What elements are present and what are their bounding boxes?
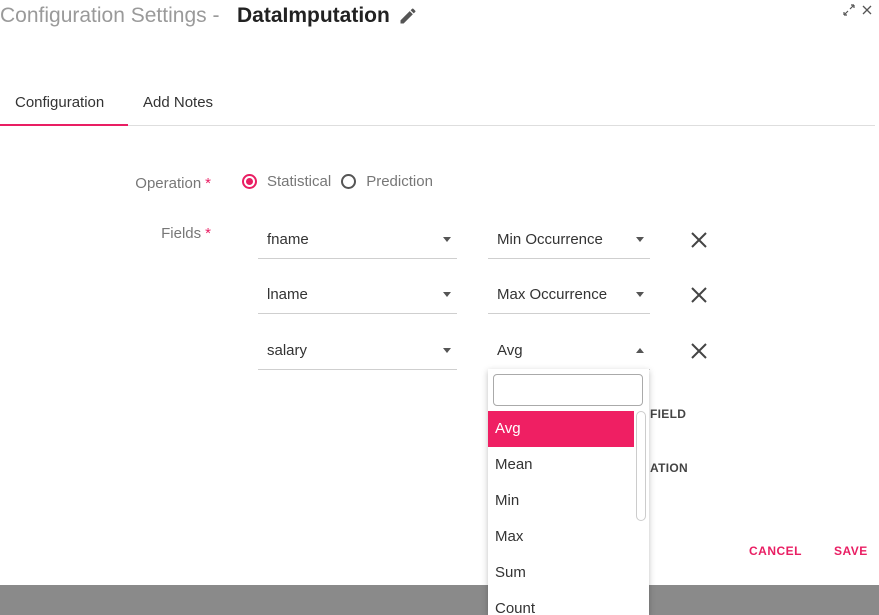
radio-statistical-label[interactable]: Statistical (267, 173, 331, 190)
dropdown-option-min[interactable]: Min (488, 483, 634, 519)
caret-up-icon (636, 348, 644, 353)
remove-row-icon[interactable] (689, 285, 709, 305)
tab-add-notes[interactable]: Add Notes (143, 94, 213, 111)
window-controls (843, 4, 873, 16)
edit-pencil-icon[interactable] (398, 6, 418, 26)
radio-prediction[interactable] (341, 174, 357, 189)
operation-dropdown-menu: Avg Mean Min Max Sum Count (488, 369, 649, 615)
cancel-button[interactable]: CANCEL (749, 544, 802, 558)
dropdown-option-avg[interactable]: Avg (488, 411, 634, 447)
required-mark: * (205, 225, 211, 242)
field-select-value: lname (267, 286, 308, 303)
field-select-value: fname (267, 231, 309, 248)
field-select-2[interactable]: lname (258, 278, 457, 314)
required-mark: * (205, 175, 211, 192)
save-button[interactable]: SAVE (834, 544, 868, 558)
dropdown-option-list: Avg Mean Min Max Sum Count (488, 411, 634, 615)
operation-select-3[interactable]: Avg (488, 334, 650, 370)
operation-label: Operation * (135, 175, 211, 192)
field-select-1[interactable]: fname (258, 223, 457, 259)
add-field-button-text[interactable]: FIELD (650, 407, 686, 421)
operation-select-value: Min Occurrence (497, 231, 603, 248)
active-tab-indicator (0, 124, 128, 126)
operation-select-value: Avg (497, 342, 523, 359)
field-select-3[interactable]: salary (258, 334, 457, 370)
operation-label-text: Operation (135, 175, 202, 192)
overlay-backdrop (0, 585, 879, 615)
remove-row-icon[interactable] (689, 230, 709, 250)
dialog-title: DataImputation (237, 4, 390, 27)
fields-label: Fields * (161, 225, 211, 242)
caret-down-icon (443, 348, 451, 353)
operation-select-value: Max Occurrence (497, 286, 608, 303)
radio-prediction-label[interactable]: Prediction (366, 173, 433, 190)
dropdown-option-max[interactable]: Max (488, 519, 634, 555)
dropdown-search-input[interactable] (493, 374, 643, 406)
operation-radio-group: Statistical Prediction (242, 173, 443, 190)
caret-down-icon (443, 237, 451, 242)
expand-icon[interactable] (843, 4, 855, 16)
tab-configuration[interactable]: Configuration (15, 94, 104, 111)
operation-select-2[interactable]: Max Occurrence (488, 278, 650, 314)
tab-divider (0, 125, 875, 126)
dropdown-option-count[interactable]: Count (488, 591, 634, 615)
field-select-value: salary (267, 342, 308, 359)
close-icon[interactable] (861, 4, 873, 16)
dropdown-option-sum[interactable]: Sum (488, 555, 634, 591)
caret-down-icon (636, 237, 644, 242)
fields-label-text: Fields (161, 225, 202, 242)
dialog-title-prefix: Configuration Settings - (0, 4, 220, 27)
caret-down-icon (443, 292, 451, 297)
add-operation-button-text[interactable]: ATION (650, 461, 688, 475)
dropdown-option-mean[interactable]: Mean (488, 447, 634, 483)
caret-down-icon (636, 292, 644, 297)
dropdown-scrollbar[interactable] (636, 411, 646, 521)
operation-select-1[interactable]: Min Occurrence (488, 223, 650, 259)
radio-statistical[interactable] (242, 174, 257, 189)
remove-row-icon[interactable] (689, 341, 709, 361)
